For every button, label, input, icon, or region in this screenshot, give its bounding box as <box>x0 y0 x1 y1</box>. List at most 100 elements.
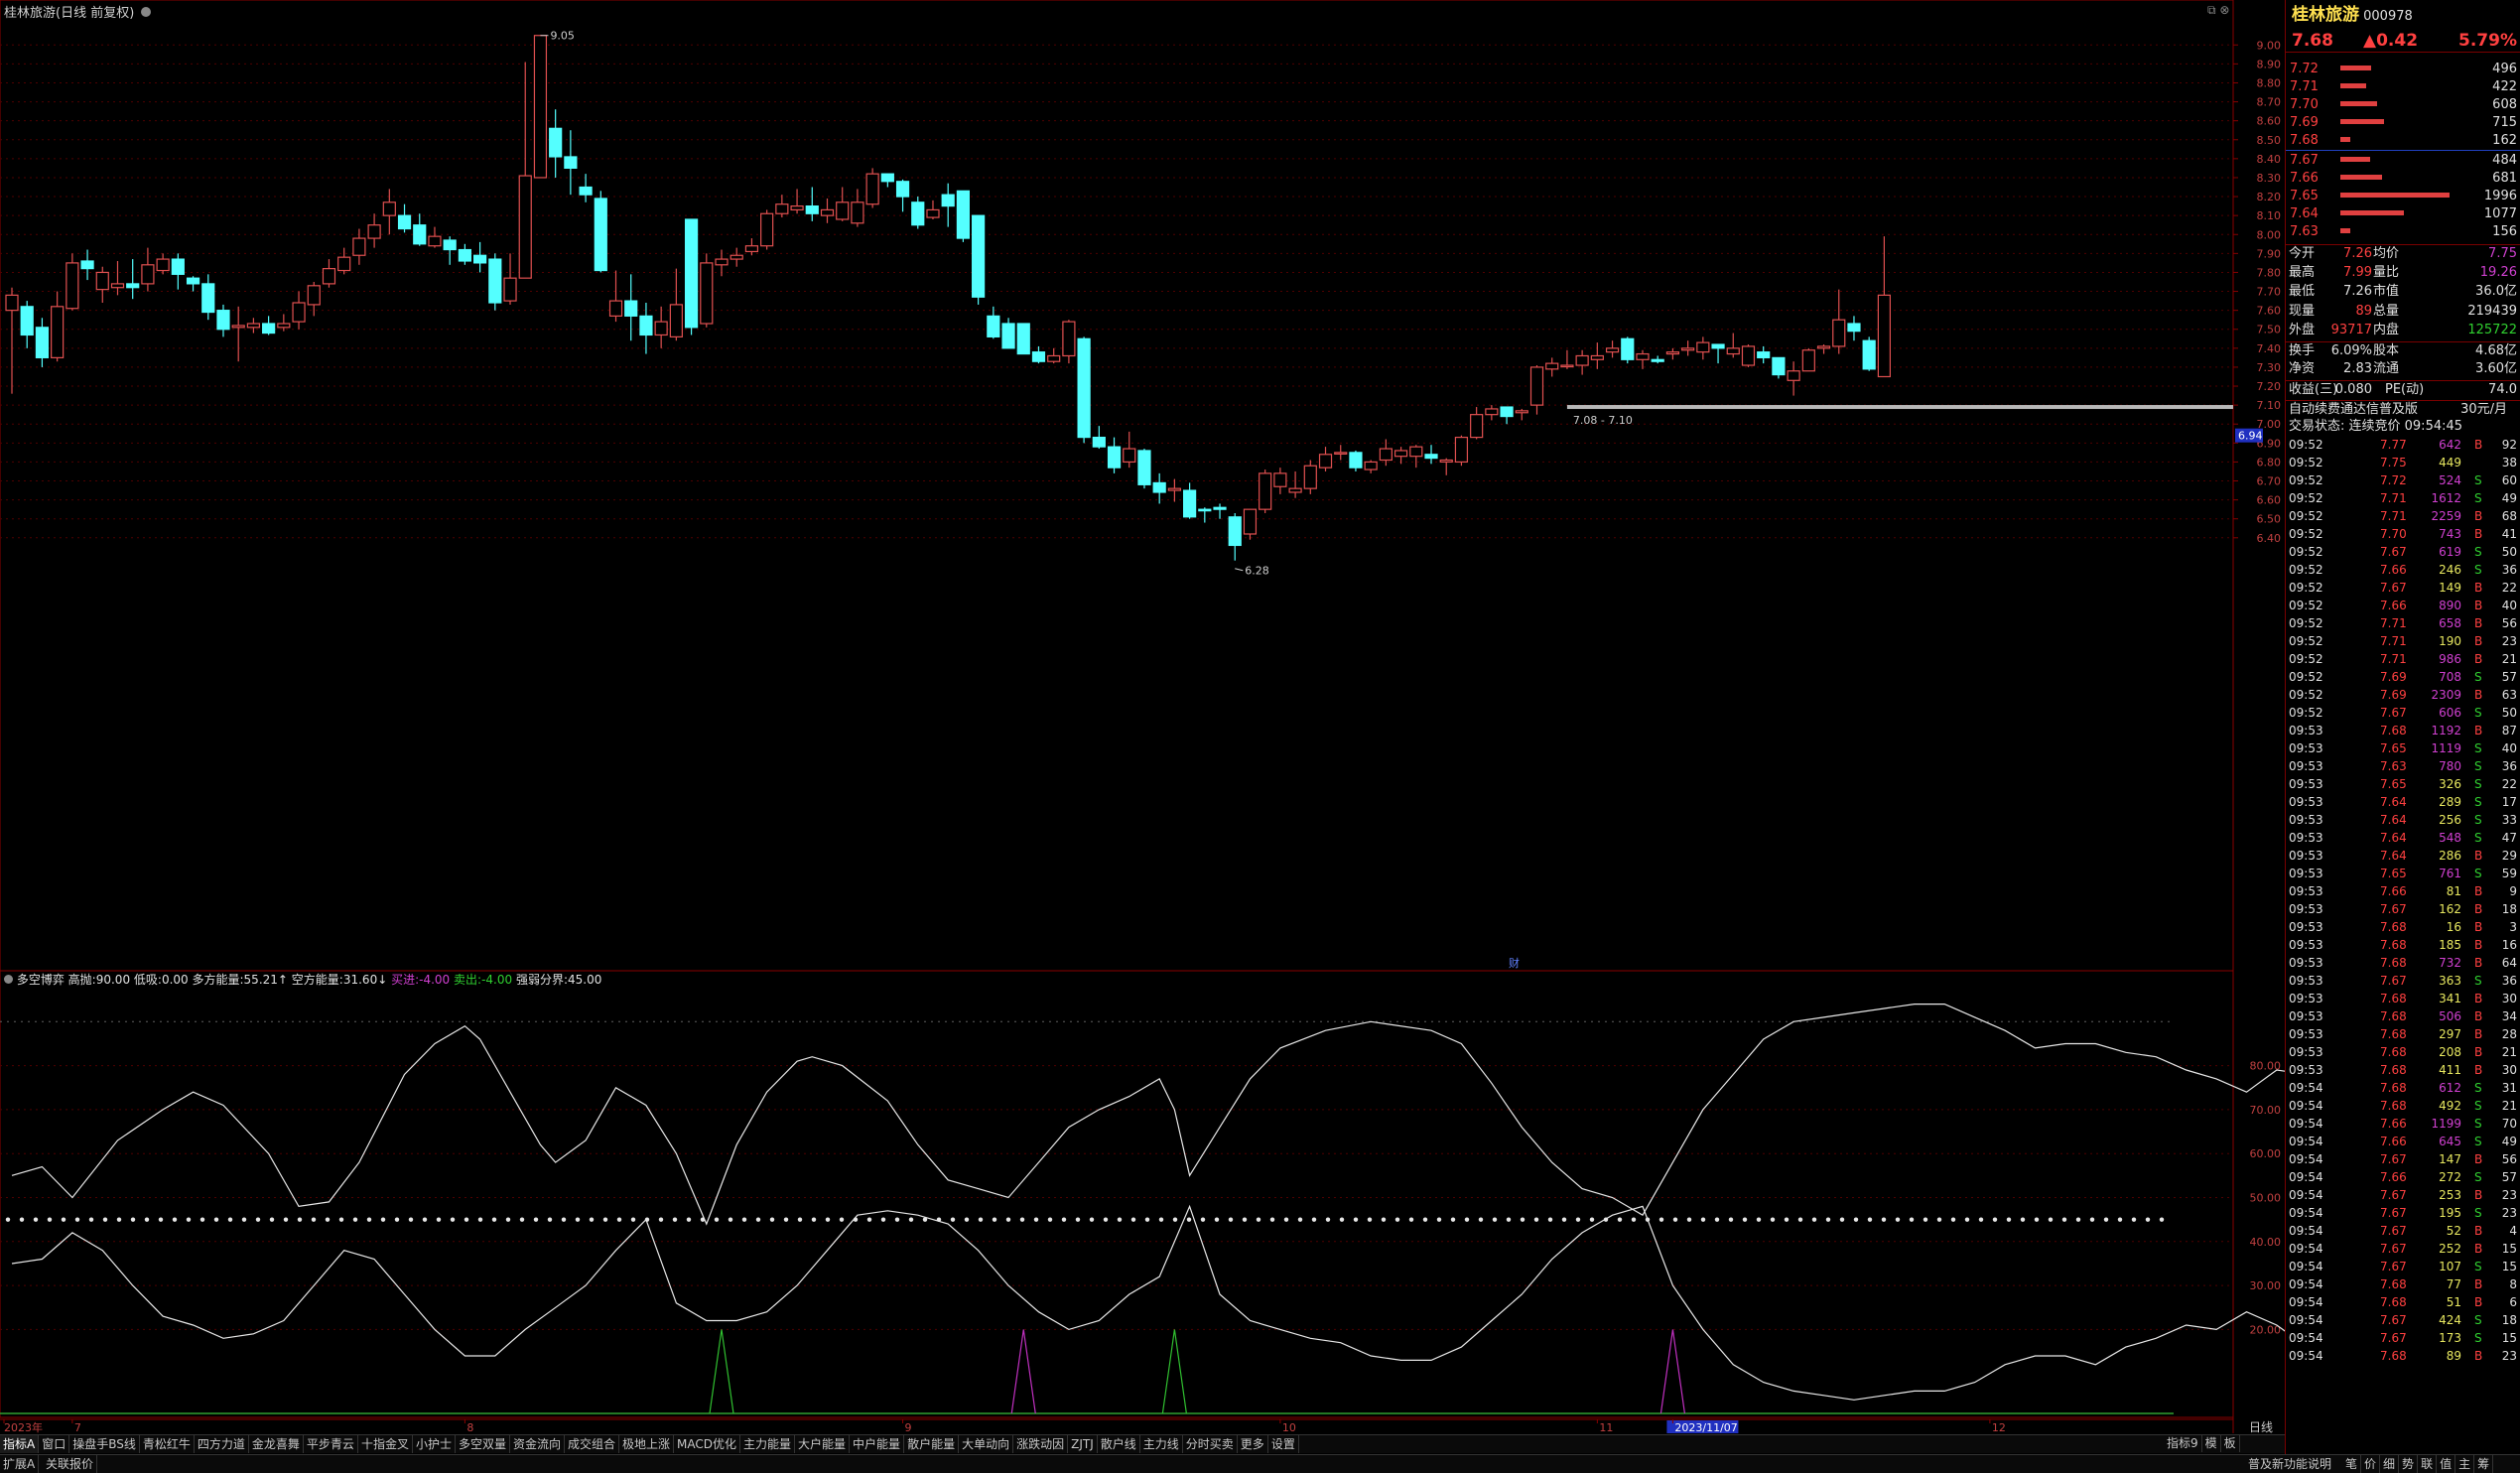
tab-indicator[interactable]: 成交组合 <box>565 1435 620 1453</box>
bid-row[interactable]: 7.65 1996 <box>2286 188 2520 204</box>
status-button[interactable]: 联 <box>2418 1455 2438 1473</box>
tab-indicator[interactable]: 主力线 <box>1140 1435 1183 1453</box>
status-extend[interactable]: 扩展A <box>0 1455 40 1473</box>
ask-volume: 422 <box>2492 79 2517 94</box>
status-button[interactable]: 笔 <box>2342 1455 2362 1473</box>
candle <box>66 253 79 311</box>
tab-indicator[interactable]: 青松红牛 <box>140 1435 195 1453</box>
candle <box>277 314 291 332</box>
ask-row[interactable]: 7.68 162 <box>2286 132 2520 149</box>
tick-side: B <box>2474 1045 2483 1059</box>
tab-indicator[interactable]: 设置 <box>1268 1435 1299 1453</box>
indicator-settings-icon[interactable] <box>4 975 13 984</box>
tab-indicator[interactable]: 更多 <box>1238 1435 1268 1453</box>
bid-row[interactable]: 7.67 484 <box>2286 152 2520 169</box>
tab-indicator[interactable]: 分时买卖 <box>1183 1435 1238 1453</box>
strength-line-dot <box>1770 1217 1776 1222</box>
tab-indicator[interactable]: 资金流向 <box>510 1435 565 1453</box>
tab-indicator[interactable]: 大户能量 <box>795 1435 851 1453</box>
tick-side: B <box>2474 938 2483 952</box>
label-buy: 买进: <box>391 973 420 987</box>
tick-row: 09:53 7.65 1119 S 40 <box>2286 740 2520 757</box>
tab-right-1[interactable]: 模 <box>2202 1434 2221 1452</box>
status-new-feature[interactable]: 普及新功能说明 <box>2248 1455 2331 1473</box>
tick-time: 09:54 <box>2289 1295 2323 1309</box>
tick-row: 09:53 7.68 506 B 34 <box>2286 1008 2520 1025</box>
strength-line-dot <box>1422 1217 1428 1222</box>
ask-row[interactable]: 7.71 422 <box>2286 78 2520 95</box>
tick-price: 7.66 <box>2380 1135 2407 1148</box>
tick-count: 47 <box>2501 831 2517 845</box>
stat-value: 74.0 <box>2488 381 2517 397</box>
tab-indicator[interactable]: 中户能量 <box>850 1435 905 1453</box>
tick-row: 09:54 7.67 424 S 18 <box>2286 1312 2520 1329</box>
tab-indicator[interactable]: 大单动向 <box>959 1435 1014 1453</box>
strength-line-dot <box>269 1217 275 1222</box>
bid-row[interactable]: 7.63 156 <box>2286 223 2520 240</box>
tabs-right: 指标9 模板 <box>2164 1434 2240 1452</box>
tick-volume: 289 <box>2439 795 2461 809</box>
strength-line-dot <box>227 1217 233 1222</box>
strength-line-dot <box>1117 1217 1123 1222</box>
tab-indicator[interactable]: 散户能量 <box>904 1435 960 1453</box>
tab-indicator[interactable]: MACD优化 <box>674 1435 741 1453</box>
tab-indicator[interactable]: 极地上涨 <box>619 1435 675 1453</box>
chart-canvas[interactable]: 9.00 8.90 8.80 8.70 8.60 8.50 8.40 8.30 8.20 8.10… <box>0 0 2285 1433</box>
bid-row[interactable]: 7.66 681 <box>2286 170 2520 187</box>
tab-right-0[interactable]: 指标9 <box>2164 1434 2202 1452</box>
candle-body <box>1636 352 1650 360</box>
tick-time: 09:52 <box>2289 509 2323 523</box>
strength-line-dot <box>1895 1217 1901 1222</box>
stat-label: 今开 <box>2289 246 2316 261</box>
strength-line-dot <box>1339 1217 1345 1222</box>
tick-count: 22 <box>2501 777 2517 791</box>
strength-line-dot <box>1130 1217 1136 1222</box>
candle-body <box>1500 406 1514 418</box>
tab-indicator[interactable]: 四方力道 <box>195 1435 249 1453</box>
ask-row[interactable]: 7.69 715 <box>2286 114 2520 131</box>
tab-indicator[interactable]: 散户线 <box>1098 1435 1140 1453</box>
candle-body <box>1801 349 1815 372</box>
status-button[interactable]: 势 <box>2399 1455 2419 1473</box>
tick-row: 09:54 7.66 1199 S 70 <box>2286 1116 2520 1133</box>
candle <box>1016 323 1030 355</box>
tab-indicator[interactable]: 指标A <box>0 1435 40 1453</box>
tick-side: B <box>2474 1295 2483 1309</box>
tab-indicator[interactable]: ZJTJ <box>1068 1435 1098 1453</box>
short-energy-line <box>11 1204 2285 1401</box>
tab-indicator[interactable]: 平步青云 <box>304 1435 358 1453</box>
ask-row[interactable]: 7.70 608 <box>2286 96 2520 113</box>
tab-indicator[interactable]: 涨跌动因 <box>1013 1435 1069 1453</box>
strength-line-dot <box>1408 1217 1414 1222</box>
ind-tick-label: 40.00 <box>2250 1236 2282 1249</box>
tab-indicator[interactable]: 金龙喜舞 <box>249 1435 304 1453</box>
status-button[interactable]: 筹 <box>2474 1455 2494 1473</box>
tab-indicator[interactable]: 主力能量 <box>740 1435 796 1453</box>
tick-volume: 147 <box>2439 1152 2461 1166</box>
tab-indicator[interactable]: 十指金叉 <box>358 1435 413 1453</box>
tick-count: 21 <box>2501 1099 2517 1113</box>
strength-line-dot <box>1853 1217 1859 1222</box>
tab-indicator[interactable]: 小护士 <box>413 1435 456 1453</box>
notice-row[interactable]: 自动续费通达信普及版 30元/月 <box>2286 400 2520 418</box>
status-button[interactable]: 主 <box>2455 1455 2475 1473</box>
status-button[interactable]: 值 <box>2437 1455 2456 1473</box>
status-button[interactable]: 细 <box>2380 1455 2400 1473</box>
status-button[interactable]: 价 <box>2361 1455 2381 1473</box>
bid-row[interactable]: 7.64 1077 <box>2286 205 2520 222</box>
tick-side: S <box>2474 473 2482 487</box>
status-related[interactable]: 关联报价 <box>43 1455 98 1473</box>
tick-time: 09:54 <box>2289 1313 2323 1327</box>
ask-row[interactable]: 7.72 496 <box>2286 61 2520 77</box>
candle-body <box>1862 339 1876 370</box>
tab-indicator[interactable]: 操盘手BS线 <box>69 1435 140 1453</box>
strength-line-dot <box>366 1217 372 1222</box>
tab-indicator[interactable]: 窗口 <box>39 1435 70 1453</box>
tick-time: 09:54 <box>2289 1188 2323 1202</box>
stat-label: 最低 <box>2289 284 2316 299</box>
tick-count: 36 <box>2501 759 2517 773</box>
candle-body <box>231 325 245 329</box>
strength-line-dot <box>241 1217 247 1222</box>
tab-right-2[interactable]: 板 <box>2221 1434 2240 1452</box>
tab-indicator[interactable]: 多空双量 <box>456 1435 510 1453</box>
